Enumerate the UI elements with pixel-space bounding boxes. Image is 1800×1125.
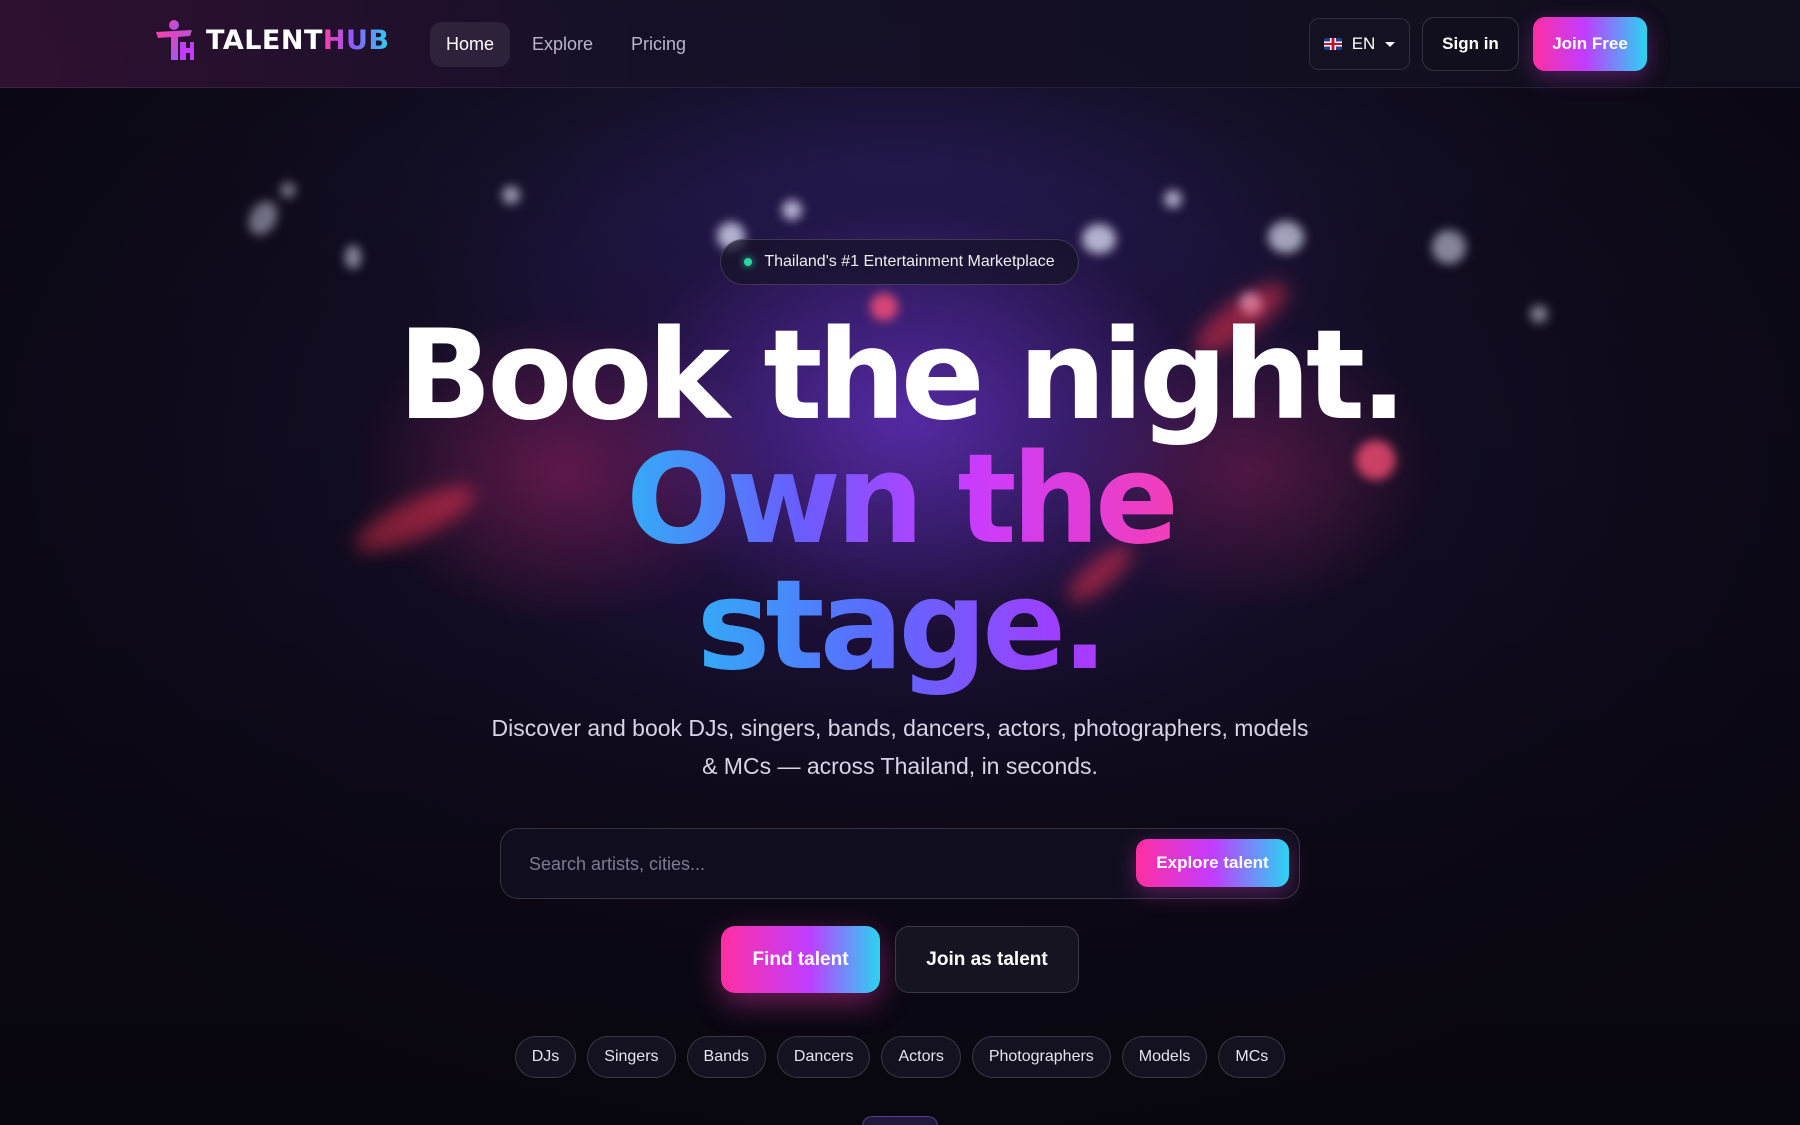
join-as-talent-button[interactable]: Join as talent [895, 926, 1079, 993]
uk-flag-icon [1323, 38, 1342, 50]
main-nav: Home Explore Pricing [430, 22, 702, 67]
logo-icon [156, 20, 194, 60]
badge-label: Thailand's #1 Entertainment Marketplace [764, 253, 1055, 270]
category-chip-dancers[interactable]: Dancers [776, 1036, 871, 1078]
headline-line-3: stage. [620, 556, 1180, 696]
headline-line-1: Book the night. [397, 304, 1408, 448]
nav-explore[interactable]: Explore [516, 22, 609, 67]
brand-logo[interactable]: TALENTHUB [152, 18, 390, 62]
category-chip-singers[interactable]: Singers [587, 1036, 676, 1078]
subtitle-line-2: & MCs — across Thailand, in seconds. [702, 753, 1098, 779]
headline-line-2: Own the [570, 430, 1230, 570]
search-bar: Explore talent [500, 828, 1300, 899]
category-chip-bands[interactable]: Bands [686, 1036, 766, 1078]
category-chip-djs[interactable]: DJs [514, 1036, 577, 1078]
marketplace-badge: Thailand's #1 Entertainment Marketplace [720, 239, 1079, 285]
search-input[interactable] [529, 847, 1029, 881]
category-chip-models[interactable]: Models [1121, 1036, 1208, 1078]
sign-in-button[interactable]: Sign in [1422, 17, 1519, 71]
hero-subtitle: Discover and book DJs, singers, bands, d… [450, 709, 1350, 785]
nav-home[interactable]: Home [430, 22, 511, 67]
language-label: EN [1351, 34, 1376, 53]
category-chips: DJs Singers Bands Dancers Actors Photogr… [0, 1036, 1800, 1078]
caret-down-icon [1385, 41, 1396, 47]
status-dot-icon [744, 258, 753, 266]
join-free-button[interactable]: Join Free [1533, 17, 1647, 71]
language-selector[interactable]: EN [1309, 18, 1410, 70]
find-talent-button[interactable]: Find talent [721, 926, 880, 993]
nav-pricing[interactable]: Pricing [615, 22, 702, 67]
category-chip-photographers[interactable]: Photographers [971, 1036, 1111, 1078]
explore-talent-button[interactable]: Explore talent [1136, 839, 1289, 887]
category-chip-actors[interactable]: Actors [881, 1036, 961, 1078]
top-navbar: TALENTHUB Home Explore Pricing EN Sign i… [0, 0, 1800, 88]
scroll-indicator [862, 1116, 938, 1125]
brand-name: TALENTHUB [206, 24, 390, 56]
subtitle-line-1: Discover and book DJs, singers, bands, d… [491, 715, 1309, 741]
category-chip-mcs[interactable]: MCs [1218, 1036, 1286, 1078]
